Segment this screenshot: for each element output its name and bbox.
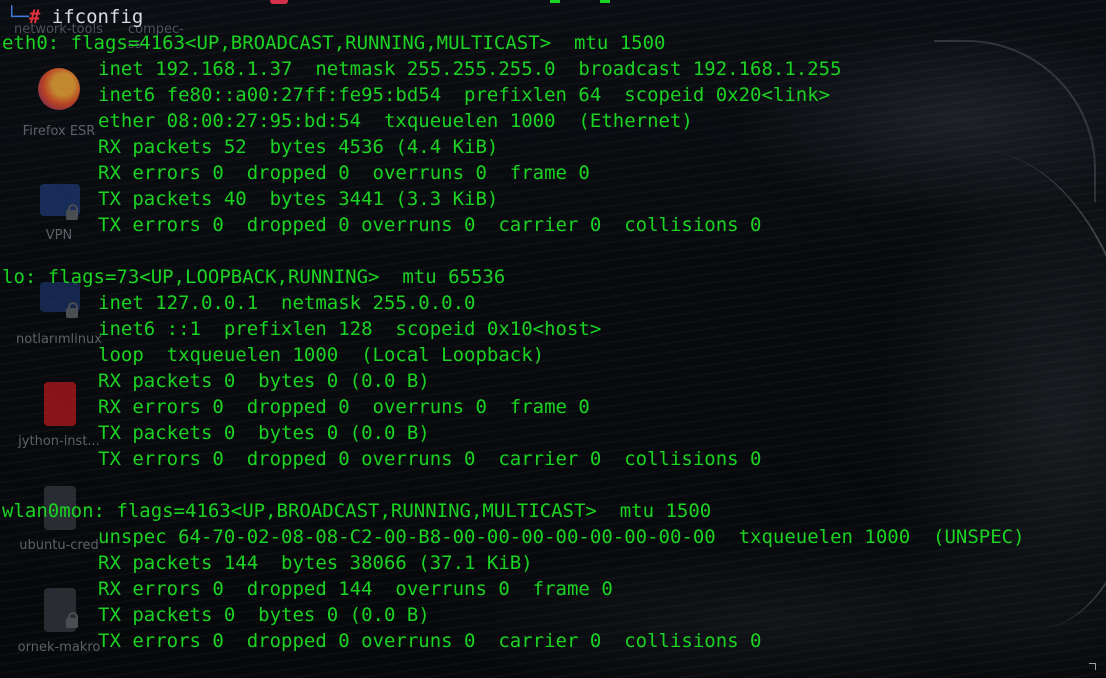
terminal-line: TX errors 0 dropped 0 overruns 0 carrier… bbox=[98, 630, 762, 652]
terminal-line: TX errors 0 dropped 0 overruns 0 carrier… bbox=[98, 448, 762, 470]
terminal-line: loop txqueuelen 1000 (Local Loopback) bbox=[98, 344, 545, 366]
command-text: ifconfig bbox=[51, 6, 144, 28]
terminal-line: inet6 fe80::a00:27ff:fe95:bd54 prefixlen… bbox=[98, 84, 831, 106]
terminal-line: lo: flags=73<UP,LOOPBACK,RUNNING> mtu 65… bbox=[2, 266, 506, 288]
terminal-line: RX errors 0 dropped 0 overruns 0 frame 0 bbox=[98, 396, 590, 418]
terminal-line: ether 08:00:27:95:bd:54 txqueuelen 1000 … bbox=[98, 110, 693, 132]
prompt-hash: # bbox=[28, 6, 41, 28]
terminal-line: RX packets 144 bytes 38066 (37.1 KiB) bbox=[98, 552, 533, 574]
resize-corner-icon[interactable] bbox=[1089, 663, 1096, 670]
terminal-line: wlan0mon: flags=4163<UP,BROADCAST,RUNNIN… bbox=[2, 500, 712, 522]
terminal-line: inet6 ::1 prefixlen 128 scopeid 0x10<hos… bbox=[98, 318, 602, 340]
terminal-line: RX errors 0 dropped 144 overruns 0 frame… bbox=[98, 578, 613, 600]
terminal-line: inet 127.0.0.1 netmask 255.0.0.0 bbox=[98, 292, 476, 314]
prompt-corner-glyph: └─ bbox=[6, 6, 29, 28]
terminal-output[interactable]: └─# ifconfig eth0: flags=4163<UP,BROADCA… bbox=[0, 0, 1106, 678]
shell-prompt: └─# ifconfig bbox=[6, 4, 143, 30]
terminal-line: TX errors 0 dropped 0 overruns 0 carrier… bbox=[98, 214, 762, 236]
terminal-line: TX packets 0 bytes 0 (0.0 B) bbox=[98, 604, 430, 626]
terminal-line: RX packets 0 bytes 0 (0.0 B) bbox=[98, 370, 430, 392]
terminal-line: RX errors 0 dropped 0 overruns 0 frame 0 bbox=[98, 162, 590, 184]
terminal-line: RX packets 52 bytes 4536 (4.4 KiB) bbox=[98, 136, 499, 158]
terminal-line: inet 192.168.1.37 netmask 255.255.255.0 … bbox=[98, 58, 842, 80]
terminal-line: TX packets 0 bytes 0 (0.0 B) bbox=[98, 422, 430, 444]
terminal-line: eth0: flags=4163<UP,BROADCAST,RUNNING,MU… bbox=[2, 32, 666, 54]
terminal-line: unspec 64-70-02-08-08-C2-00-B8-00-00-00-… bbox=[98, 526, 1025, 548]
terminal-line: TX packets 40 bytes 3441 (3.3 KiB) bbox=[98, 188, 499, 210]
